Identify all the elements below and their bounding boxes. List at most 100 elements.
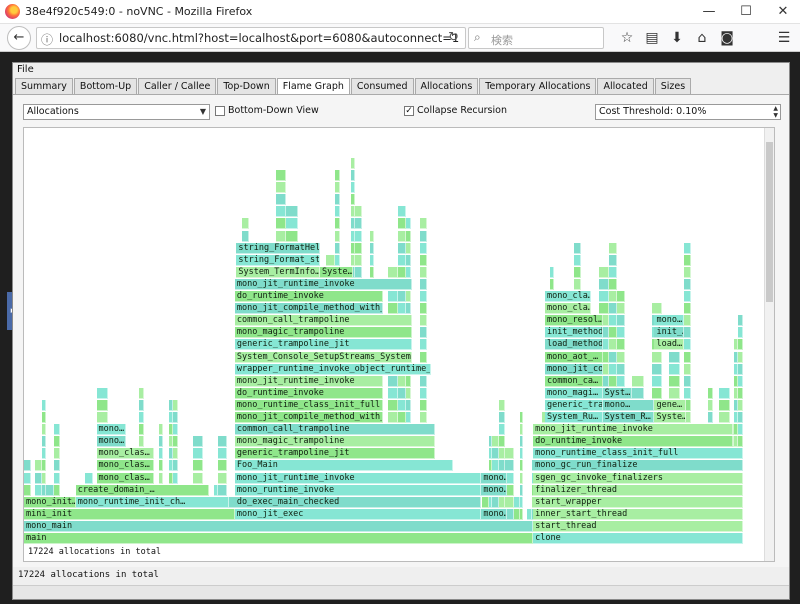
- flame-frame-minor[interactable]: [397, 291, 407, 302]
- flame-frame-minor[interactable]: [738, 424, 744, 436]
- flame-frame-minor[interactable]: [616, 363, 626, 375]
- flame-frame-minor[interactable]: [355, 218, 363, 230]
- scrollbar-thumb[interactable]: [766, 142, 773, 302]
- cost-threshold-spinbox[interactable]: Cost Threshold: 0.10% ▲ ▼: [595, 104, 781, 120]
- minimize-button[interactable]: —: [694, 2, 724, 22]
- flame-frame[interactable]: mono_runtime_invoke: [234, 484, 482, 496]
- flame-frame-minor[interactable]: [388, 399, 398, 411]
- flame-frame[interactable]: mono_clas…: [96, 460, 155, 472]
- back-button[interactable]: ←: [7, 26, 31, 50]
- flame-frame-minor[interactable]: [652, 363, 662, 375]
- flame-frame-minor[interactable]: [54, 484, 60, 496]
- flame-frame-minor[interactable]: [669, 375, 681, 387]
- flame-frame-minor[interactable]: [406, 230, 412, 242]
- flame-frame-minor[interactable]: [388, 387, 398, 399]
- flame-frame-minor[interactable]: [573, 242, 581, 254]
- flame-frame-minor[interactable]: [419, 387, 428, 399]
- flame-frame-minor[interactable]: [419, 315, 428, 327]
- flame-frame-minor[interactable]: [139, 436, 144, 448]
- pocket-icon[interactable]: ◙: [717, 28, 737, 48]
- flame-frame-minor[interactable]: [275, 206, 287, 218]
- menu-file[interactable]: File: [17, 64, 34, 75]
- flame-frame-minor[interactable]: [275, 218, 287, 230]
- flame-frame-minor[interactable]: [419, 291, 428, 302]
- flame-frame-minor[interactable]: [419, 375, 428, 387]
- flame-frame-minor[interactable]: [419, 266, 428, 278]
- flame-frame-minor[interactable]: [54, 424, 60, 436]
- flame-frame-minor[interactable]: [397, 206, 407, 218]
- flame-frame-minor[interactable]: [397, 266, 407, 278]
- flame-frame-minor[interactable]: [652, 375, 662, 387]
- flame-frame[interactable]: mono_runtime_init_ch…: [75, 496, 229, 508]
- flame-frame-minor[interactable]: [172, 448, 178, 460]
- flame-frame-minor[interactable]: [241, 230, 249, 242]
- flame-frame-minor[interactable]: [519, 436, 524, 448]
- flame-frame-minor[interactable]: [397, 254, 407, 266]
- flame-frame-minor[interactable]: [608, 351, 617, 363]
- flame-frame-minor[interactable]: [683, 363, 691, 375]
- flame-frame-minor[interactable]: [351, 157, 356, 169]
- flame-frame[interactable]: do_exec_main_checked: [234, 496, 482, 508]
- flame-frame-minor[interactable]: [708, 387, 714, 399]
- flame-frame[interactable]: mono…: [481, 508, 508, 520]
- flame-frame-minor[interactable]: [42, 472, 46, 484]
- flame-frame-minor[interactable]: [84, 472, 93, 484]
- url-text[interactable]: localhost:6080/vnc.html?host=localhost&p…: [59, 31, 459, 45]
- flame-frame[interactable]: gene…: [654, 399, 687, 411]
- flame-frame[interactable]: mono_jit_exec: [234, 508, 482, 520]
- flame-frame[interactable]: string_Format_str: [236, 254, 320, 266]
- flame-frame[interactable]: mono…: [654, 315, 685, 327]
- flame-frame[interactable]: mono_jit_compile_method_with_opt: [234, 303, 383, 315]
- flame-frame-minor[interactable]: [683, 278, 691, 290]
- flame-frame-minor[interactable]: [492, 448, 499, 460]
- flame-frame-minor[interactable]: [519, 460, 524, 472]
- flame-frame-minor[interactable]: [35, 460, 43, 472]
- flame-frame-minor[interactable]: [275, 194, 287, 206]
- site-info-icon[interactable]: ⓘ: [41, 31, 53, 48]
- flame-frame-minor[interactable]: [504, 496, 515, 508]
- flame-frame-minor[interactable]: [217, 484, 227, 496]
- flame-frame-minor[interactable]: [718, 412, 731, 423]
- flame-graph[interactable]: main clone mono_main start_thread mini_init m…: [23, 127, 775, 562]
- search-bar[interactable]: ⌕ 検索: [468, 27, 604, 49]
- flame-frame-minor[interactable]: [158, 436, 163, 448]
- flame-frame-minor[interactable]: [334, 206, 341, 218]
- flame-frame[interactable]: System_Ru…: [544, 412, 603, 423]
- flame-frame[interactable]: mono_jit_runtime_invoke: [234, 278, 413, 290]
- flame-frame-minor[interactable]: [738, 387, 744, 399]
- flame-frame-minor[interactable]: [549, 278, 554, 290]
- flame-frame[interactable]: common_call_trampoline: [234, 315, 413, 327]
- flame-frame-minor[interactable]: [738, 327, 744, 339]
- flame-frame-minor[interactable]: [193, 472, 203, 484]
- flame-frame-minor[interactable]: [738, 375, 744, 387]
- flame-frame[interactable]: inner_start_thread: [533, 508, 743, 520]
- search-input[interactable]: 検索: [491, 32, 513, 48]
- flame-frame-minor[interactable]: [598, 266, 609, 278]
- flame-frame-minor[interactable]: [652, 387, 662, 399]
- flame-frame[interactable]: common_call_trampoline: [234, 424, 435, 436]
- flame-frame-minor[interactable]: [718, 387, 731, 399]
- flame-frame-minor[interactable]: [388, 266, 398, 278]
- flame-frame-minor[interactable]: [406, 291, 412, 302]
- flame-frame[interactable]: Syste…: [320, 266, 354, 278]
- flame-frame-minor[interactable]: [217, 448, 227, 460]
- flame-frame[interactable]: Syste…: [654, 412, 687, 423]
- tab-allocations[interactable]: Allocations: [414, 78, 479, 94]
- flame-frame-minor[interactable]: [492, 436, 499, 448]
- flame-frame[interactable]: mono…: [481, 472, 508, 484]
- flame-frame[interactable]: mono_main: [24, 520, 534, 532]
- flame-frame-minor[interactable]: [172, 399, 178, 411]
- flame-frame-minor[interactable]: [217, 472, 227, 484]
- flame-frame-minor[interactable]: [492, 460, 499, 472]
- flame-frame-minor[interactable]: [406, 303, 412, 315]
- flame-frame-minor[interactable]: [669, 351, 681, 363]
- flame-frame-minor[interactable]: [158, 472, 163, 484]
- flame-frame-minor[interactable]: [406, 412, 412, 423]
- flame-frame-minor[interactable]: [683, 291, 691, 302]
- flame-frame-minor[interactable]: [738, 351, 744, 363]
- flame-frame-minor[interactable]: [54, 436, 60, 448]
- reload-icon[interactable]: ↻: [448, 30, 459, 45]
- flame-frame-minor[interactable]: [172, 436, 178, 448]
- flame-frame-minor[interactable]: [42, 460, 46, 472]
- close-window-button[interactable]: ✕: [768, 2, 798, 22]
